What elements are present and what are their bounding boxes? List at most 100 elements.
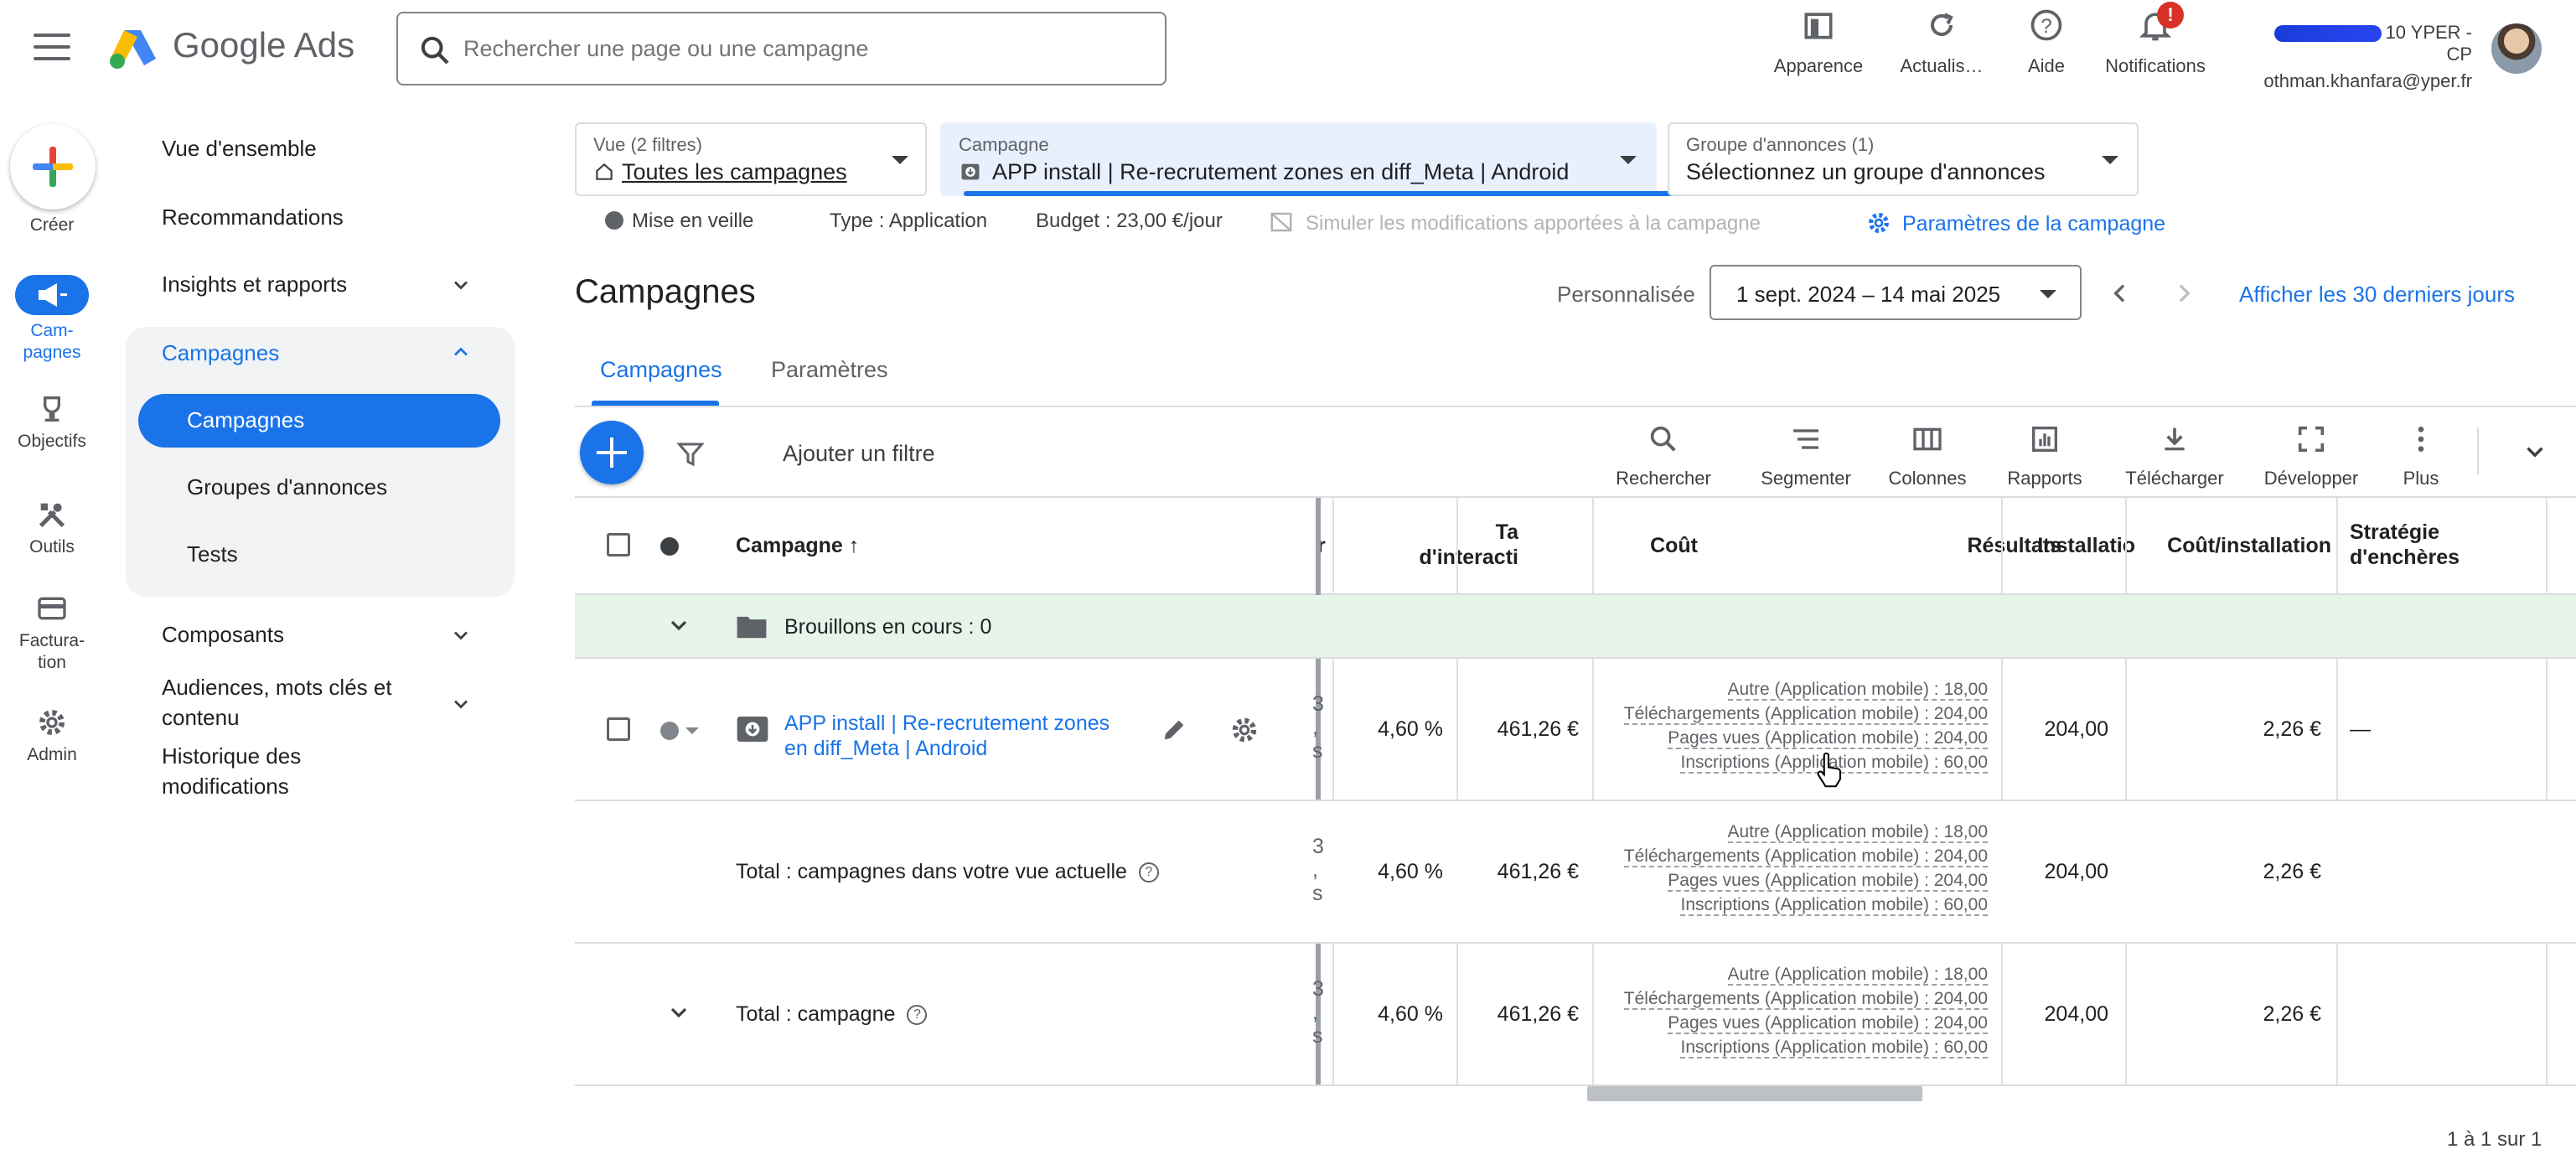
add-filter-button[interactable]: Ajouter un filtre: [783, 441, 935, 467]
bid-strategy-cell: —: [2350, 717, 2371, 741]
appearance-icon: [1804, 13, 1833, 39]
chevron-down-icon[interactable]: [449, 692, 473, 716]
toolbar-expand-button[interactable]: Développer: [2256, 422, 2367, 489]
campaign-type: Type : Application: [830, 210, 988, 232]
active-underline: [964, 191, 1693, 196]
total-view-label: Total : campagnes dans votre vue actuell…: [736, 860, 1159, 884]
search-icon: [421, 36, 449, 65]
campaign-settings-link[interactable]: Paramètres de la campagne: [1865, 210, 2165, 236]
header-interaction-rate[interactable]: Ta d'interacti: [1346, 520, 1518, 570]
gear-icon[interactable]: [1229, 714, 1260, 746]
chevron-down-icon[interactable]: [449, 624, 473, 647]
search-bar[interactable]: [396, 12, 1166, 85]
filter-icon[interactable]: [675, 439, 706, 469]
chevron-down-icon[interactable]: [2521, 437, 2549, 466]
chevron-down-icon[interactable]: [665, 999, 692, 1026]
help-icon[interactable]: ?: [1138, 862, 1159, 883]
account-info[interactable]: 10 YPER - CP othman.khanfara@yper.fr: [2246, 22, 2472, 92]
avatar[interactable]: [2491, 23, 2542, 74]
chevron-down-icon[interactable]: [449, 273, 473, 297]
adgroup-filter-value: Sélectionnez un groupe d'annonces: [1686, 159, 2046, 184]
select-all-checkbox[interactable]: [607, 533, 630, 556]
header-campaign[interactable]: Campagne ↑: [736, 533, 859, 558]
header-installs[interactable]: Installatio: [2015, 533, 2139, 558]
rail-goals[interactable]: Objectifs: [0, 392, 104, 453]
header-cost[interactable]: Coût: [1530, 533, 1698, 558]
nav-history[interactable]: Historique des modifications: [162, 741, 413, 801]
toolbar-reports-button[interactable]: Rapports: [2001, 422, 2088, 489]
nav-recommendations[interactable]: Recommandations: [162, 204, 344, 230]
total-view-row: Total : campagnes dans votre vue actuell…: [575, 801, 2576, 944]
campaign-name-link[interactable]: APP install | Re-recrutement zones en di…: [784, 711, 1136, 761]
tab-settings[interactable]: Paramètres: [771, 357, 888, 383]
paused-icon[interactable]: [660, 722, 679, 740]
nav-campaigns-group-label[interactable]: Campagnes: [162, 340, 279, 366]
create-button[interactable]: [10, 124, 96, 210]
nav-tests[interactable]: Tests: [187, 541, 238, 567]
svg-text:?: ?: [2041, 15, 2051, 38]
nav-insights[interactable]: Insights et rapports: [162, 272, 347, 298]
clipped-cell: 3 , s: [1312, 835, 1324, 905]
toolbar-search-button[interactable]: Rechercher: [1609, 422, 1718, 489]
clipped-cell: 3 , s: [1312, 692, 1324, 763]
toolbar-more-button[interactable]: Plus: [2383, 422, 2459, 489]
chevron-right-icon[interactable]: [2170, 280, 2197, 307]
chevron-left-icon[interactable]: [2107, 280, 2134, 307]
horizontal-scrollbar[interactable]: [1587, 1086, 1922, 1101]
toolbar-segment-button[interactable]: Segmenter: [1751, 422, 1860, 489]
nav-ad-groups[interactable]: Groupes d'annonces: [187, 474, 387, 500]
rail-tools[interactable]: Outils: [0, 498, 104, 558]
page-title: Campagnes: [575, 273, 756, 310]
rail-billing[interactable]: Factura- tion: [0, 592, 104, 674]
search-input[interactable]: [463, 30, 1134, 67]
google-ads-logo-icon: [110, 30, 156, 69]
view-filter[interactable]: Vue (2 filtres) Toutes les campagnes: [575, 122, 927, 196]
interaction-rate-cell: 4,60 %: [1378, 717, 1443, 741]
bar-chart-icon: [2032, 427, 2057, 452]
paused-icon: [605, 211, 623, 230]
drafts-label[interactable]: Brouillons en cours : 0: [784, 615, 991, 639]
status-caret-icon[interactable]: [685, 727, 699, 734]
drafts-row: Brouillons en cours : 0: [575, 595, 2576, 659]
toolbar-download-button[interactable]: Télécharger: [2120, 422, 2229, 489]
pagination-label: 1 à 1 sur 1: [2447, 1128, 2542, 1151]
refresh-button[interactable]: Actualis…: [1896, 7, 1988, 77]
nav-audiences[interactable]: Audiences, mots clés et contenu: [162, 672, 438, 732]
campaign-filter[interactable]: Campagne APP install | Re-recrutement zo…: [940, 122, 1693, 196]
dropdown-caret-icon: [1620, 156, 1637, 164]
add-campaign-button[interactable]: [580, 421, 644, 484]
notifications-button[interactable]: ! Notifications: [2097, 2, 2214, 77]
rail-campaigns[interactable]: Cam- pagnes: [0, 275, 104, 364]
row-checkbox[interactable]: [607, 717, 630, 741]
installs-cell: 204,00: [2044, 860, 2108, 883]
view-filter-value: Toutes les campagnes: [622, 159, 847, 184]
edit-pencil-icon[interactable]: [1160, 716, 1188, 744]
brand-name: Google Ads: [173, 25, 355, 65]
nav-campaigns[interactable]: Campagnes: [187, 407, 304, 433]
help-icon[interactable]: ?: [907, 1005, 928, 1026]
adgroup-filter[interactable]: Groupe d'annonces (1) Sélectionnez un gr…: [1668, 122, 2139, 196]
date-range-picker[interactable]: 1 sept. 2024 – 14 mai 2025: [1710, 265, 2082, 320]
interaction-rate-cell: 4,60 %: [1378, 1002, 1443, 1026]
dropdown-caret-icon: [2040, 290, 2056, 298]
date-range-value: 1 sept. 2024 – 14 mai 2025: [1736, 282, 2001, 307]
appearance-button[interactable]: Apparence: [1768, 7, 1869, 77]
last-30-days-link[interactable]: Afficher les 30 derniers jours: [2239, 282, 2515, 308]
header-bid-strategy[interactable]: Stratégie d'enchères: [2350, 520, 2460, 570]
campaign-budget: Budget : 23,00 €/jour: [1036, 210, 1223, 232]
help-button[interactable]: ? Aide: [2011, 7, 2082, 77]
toolbar-columns-button[interactable]: Colonnes: [1885, 422, 1969, 489]
megaphone-icon: [15, 275, 89, 315]
interaction-rate-cell: 4,60 %: [1378, 860, 1443, 883]
image-off-icon: [1270, 212, 1292, 232]
header-cost-per-install[interactable]: Coût/installation: [2147, 533, 2331, 558]
menu-icon[interactable]: [34, 34, 70, 62]
nav-overview[interactable]: Vue d'ensemble: [162, 136, 317, 162]
chevron-up-icon[interactable]: [449, 340, 473, 364]
rail-admin[interactable]: Admin: [0, 706, 104, 766]
tab-campaigns[interactable]: Campagnes: [600, 357, 722, 383]
header-results[interactable]: Résultats: [1715, 533, 2061, 558]
chevron-down-icon[interactable]: [665, 612, 692, 639]
total-campaign-label: Total : campagne?: [736, 1002, 928, 1027]
nav-assets[interactable]: Composants: [162, 622, 284, 648]
